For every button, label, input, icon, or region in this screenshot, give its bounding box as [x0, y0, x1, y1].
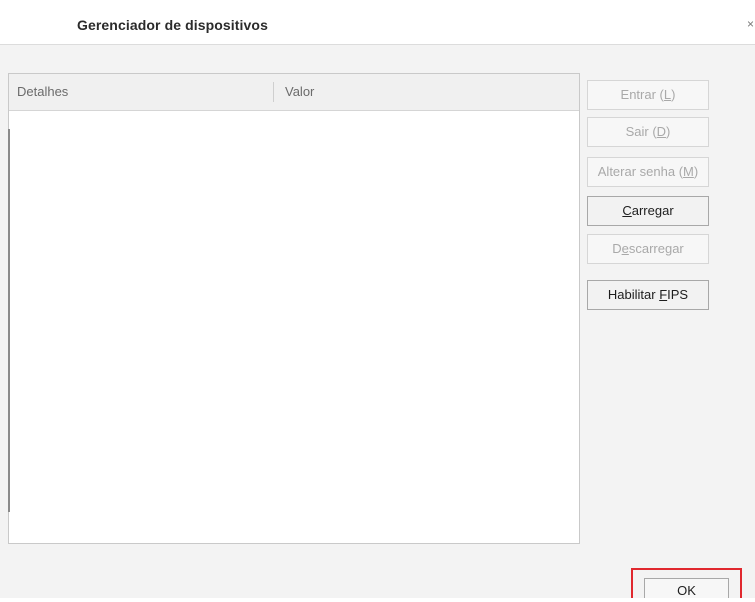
logout-button-label-end: )	[666, 124, 671, 139]
unload-button-label: D	[612, 241, 622, 256]
logout-button-label: Sair (	[625, 124, 657, 139]
login-button-label: Entrar (	[620, 87, 664, 102]
enable-fips-button-label: Habilitar	[607, 287, 660, 302]
enable-fips-button[interactable]: Habilitar FIPS	[587, 280, 709, 310]
dialog-title: Gerenciador de dispositivos	[77, 17, 268, 33]
change-password-button[interactable]: Alterar senha (M)	[587, 157, 709, 187]
logout-button[interactable]: Sair (D)	[587, 117, 709, 147]
details-list[interactable]: Detalhes Valor	[8, 73, 580, 544]
logout-button-accesskey: D	[656, 124, 667, 139]
load-button[interactable]: Carregar	[587, 196, 709, 226]
unload-button[interactable]: Descarregar	[587, 234, 709, 264]
enable-fips-button-accesskey: F	[659, 287, 668, 302]
unload-button-accesskey: e	[621, 241, 629, 256]
change-password-button-accesskey: M	[683, 164, 694, 179]
change-password-button-label: Alterar senha (	[597, 164, 684, 179]
close-icon[interactable]: ×	[747, 17, 755, 31]
device-manager-dialog: Gerenciador de dispositivos × Detalhes V…	[0, 0, 755, 598]
list-left-edge	[8, 129, 10, 512]
login-button-label-end: )	[671, 87, 676, 102]
unload-button-label-end: scarregar	[628, 241, 684, 256]
change-password-button-label-end: )	[693, 164, 699, 179]
login-button[interactable]: Entrar (L)	[587, 80, 709, 110]
title-bar: Gerenciador de dispositivos ×	[0, 0, 755, 45]
load-button-label-end: arregar	[631, 203, 674, 218]
column-divider[interactable]	[273, 82, 274, 102]
column-header-value[interactable]: Valor	[285, 74, 314, 110]
list-header: Detalhes Valor	[9, 74, 579, 111]
load-button-accesskey: C	[622, 203, 632, 218]
ok-button[interactable]: OK	[644, 578, 729, 598]
column-header-details[interactable]: Detalhes	[17, 74, 68, 110]
enable-fips-button-label-end: IPS	[667, 287, 689, 302]
